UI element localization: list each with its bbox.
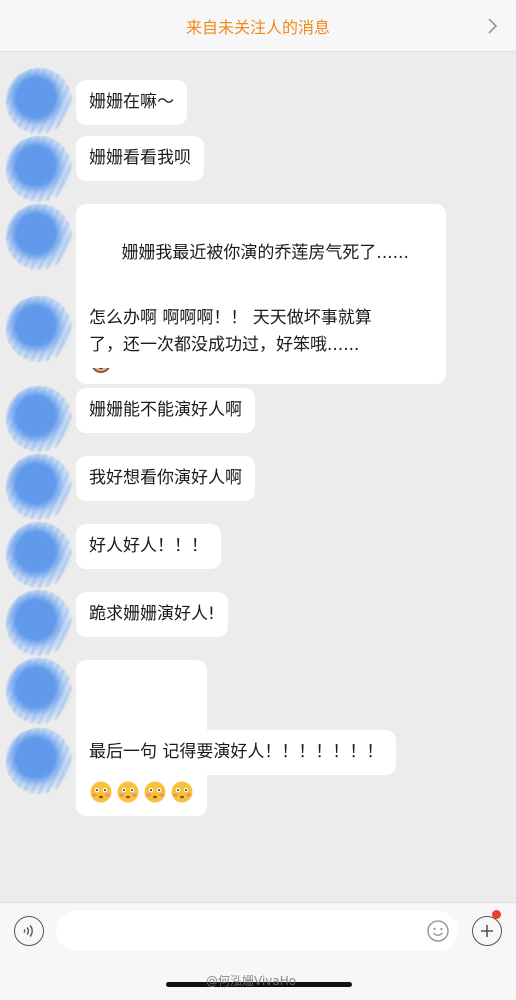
notification-badge bbox=[492, 910, 501, 919]
message-bubble: 好人好人！！！ bbox=[76, 524, 221, 569]
message-text: 姗姗能不能演好人啊 bbox=[89, 400, 242, 420]
message-bubble: 我好想看你演好人啊 bbox=[76, 456, 255, 501]
chevron-right-icon[interactable] bbox=[482, 13, 502, 39]
message-text: 最后一句 记得要演好人！！！！！！！ bbox=[89, 742, 384, 762]
avatar[interactable] bbox=[6, 590, 72, 656]
avatar[interactable] bbox=[6, 136, 72, 202]
message-text: 好人好人！！！ bbox=[89, 536, 208, 556]
message-text: 姗姗在嘛～ bbox=[89, 92, 174, 112]
message-bubble: 跪求姗姗演好人! bbox=[76, 592, 228, 637]
message-bubble: 姗姗看看我呗 bbox=[76, 136, 204, 181]
message-text: 姗姗看看我呗 bbox=[89, 148, 191, 168]
message-bubble: 姗姗能不能演好人啊 bbox=[76, 388, 255, 433]
voice-icon[interactable] bbox=[14, 916, 44, 946]
watermark: @何泓姗VivaHo bbox=[206, 974, 297, 988]
page-title: 来自未关注人的消息 bbox=[185, 17, 330, 37]
avatar[interactable] bbox=[6, 454, 72, 520]
avatar[interactable] bbox=[6, 386, 72, 452]
message-bubble: 姗姗在嘛～ bbox=[76, 80, 187, 125]
smiley-icon[interactable] bbox=[426, 919, 450, 943]
message-input[interactable] bbox=[56, 911, 458, 951]
plus-icon[interactable] bbox=[472, 916, 502, 946]
home-indicator-area: @何泓姗VivaHo bbox=[0, 960, 516, 1000]
chat-header[interactable]: 来自未关注人的消息 bbox=[0, 0, 516, 52]
message-text: 跪求姗姗演好人! bbox=[89, 604, 215, 624]
avatar[interactable] bbox=[6, 68, 72, 134]
message-bubble: 怎么办啊 啊啊啊！！ 天天做坏事就算 了，还一次都没成功过，好笨哦...... bbox=[76, 296, 446, 368]
input-toolbar bbox=[0, 902, 516, 960]
avatar[interactable] bbox=[6, 296, 72, 362]
message-text: 怎么办啊 啊啊啊！！ 天天做坏事就算 了，还一次都没成功过，好笨哦...... bbox=[89, 308, 372, 355]
message-text: 姗姗我最近被你演的乔莲房气死了...... bbox=[121, 243, 409, 263]
message-list[interactable]: 姗姗在嘛～ 姗姗看看我呗 姗姗我最近被你演的乔莲房气死了...... 怎么办啊 … bbox=[0, 52, 516, 902]
message-text: 我好想看你演好人啊 bbox=[89, 468, 242, 488]
message-bubble: 最后一句 记得要演好人！！！！！！！ bbox=[76, 730, 397, 775]
avatar[interactable] bbox=[6, 658, 72, 724]
avatar[interactable] bbox=[6, 204, 72, 270]
avatar[interactable] bbox=[6, 522, 72, 588]
avatar[interactable] bbox=[6, 728, 72, 794]
